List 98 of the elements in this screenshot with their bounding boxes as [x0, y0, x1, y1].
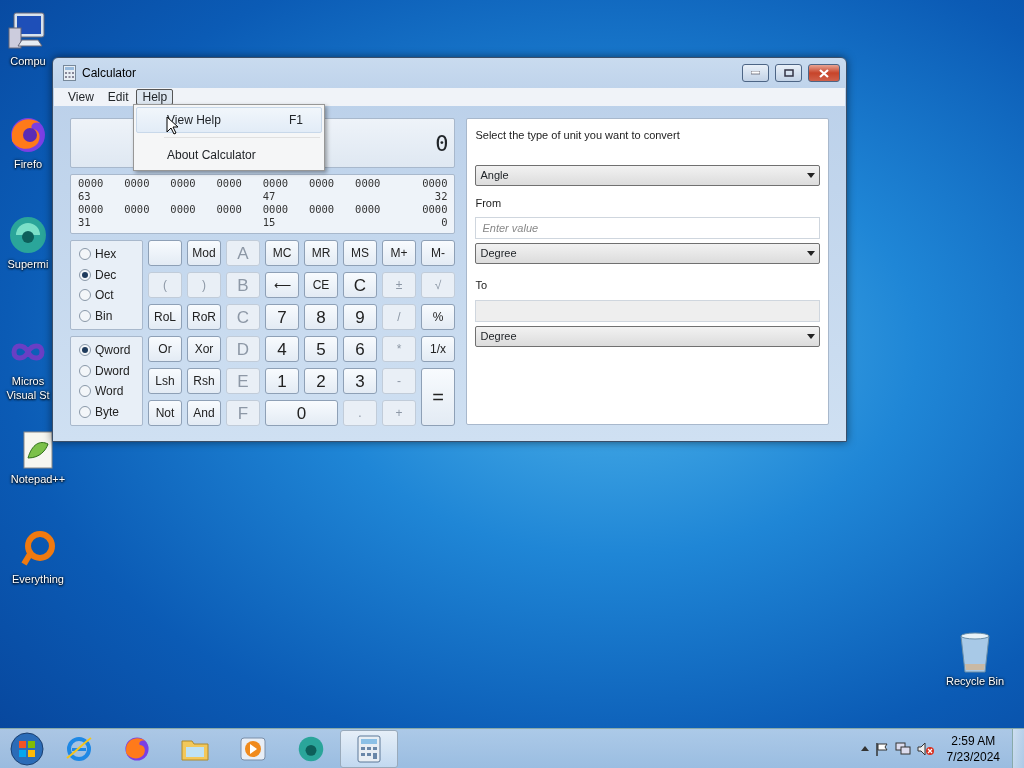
- calculator-key[interactable]: ⟵: [265, 272, 299, 298]
- calculator-key[interactable]: 6: [343, 336, 377, 362]
- calculator-key[interactable]: MC: [265, 240, 299, 266]
- desktop-icon-label: Notepad++: [10, 472, 66, 486]
- radio-option[interactable]: Bin: [79, 306, 134, 325]
- bit-group: 0000: [216, 177, 263, 190]
- desktop-icon-label: Micros Visual St: [6, 374, 50, 402]
- dropdown[interactable]: Degree: [475, 243, 820, 264]
- close-button[interactable]: [808, 64, 840, 82]
- bit-group: 0000: [124, 203, 171, 216]
- bit-group: 0000: [262, 177, 309, 190]
- calculator-icon: [63, 65, 76, 81]
- bit-group: 0000: [308, 177, 356, 190]
- bit-group: 0000: [355, 177, 402, 190]
- bit-group: 0000: [355, 203, 402, 216]
- radio-option[interactable]: Oct: [79, 286, 134, 305]
- calculator-key[interactable]: MR: [304, 240, 338, 266]
- calculator-key[interactable]: 1: [265, 368, 299, 394]
- close-icon: [819, 68, 829, 78]
- dropdown-arrow-icon: [807, 333, 815, 339]
- minimize-icon: [751, 71, 760, 75]
- minimize-button[interactable]: [742, 64, 769, 82]
- radio-option[interactable]: Word: [79, 382, 134, 401]
- calculator-key[interactable]: M+: [382, 240, 416, 266]
- bit-group: 0000: [78, 177, 125, 190]
- menu-item[interactable]: Help: [136, 89, 174, 105]
- menu-item[interactable]: View: [62, 89, 100, 105]
- value-input[interactable]: Enter value: [475, 217, 820, 239]
- display-value: 0: [435, 129, 449, 158]
- clock-date: 7/23/2024: [946, 748, 1000, 765]
- bit-group: 0000: [216, 203, 263, 216]
- calculator-key[interactable]: 5: [304, 336, 338, 362]
- menu-item[interactable]: Edit: [101, 89, 135, 105]
- blank-key[interactable]: [148, 240, 182, 266]
- flag-icon[interactable]: [874, 741, 889, 756]
- calculator-key[interactable]: 2: [304, 368, 338, 394]
- maximize-button[interactable]: [775, 64, 802, 82]
- bit-position: 15: [262, 216, 277, 229]
- bit-group: 0000: [170, 177, 217, 190]
- radio-option[interactable]: Qword: [79, 341, 134, 360]
- bit-position: 63: [78, 190, 92, 203]
- maximize-icon: [783, 69, 794, 77]
- calculator-key[interactable]: =: [421, 368, 455, 426]
- bit-group: 0000: [124, 177, 171, 190]
- radio-option[interactable]: Hex: [79, 245, 134, 264]
- calculator-key[interactable]: 7: [265, 304, 299, 330]
- calculator-key[interactable]: 4: [265, 336, 299, 362]
- bit-position: 32: [433, 190, 448, 203]
- menu-option[interactable]: About Calculator: [136, 142, 322, 168]
- clock-time: 2:59 AM: [951, 732, 996, 749]
- calculator-key[interactable]: RoR: [187, 304, 221, 330]
- radio-option[interactable]: Dword: [79, 361, 134, 380]
- calculator-icon[interactable]: [340, 729, 398, 768]
- bit-position: 31: [78, 216, 92, 229]
- radio-option[interactable]: Byte: [79, 402, 134, 421]
- desktop-icon-label: Compu: [10, 54, 46, 68]
- desktop-icon-label: Firefo: [13, 157, 43, 171]
- calculator-key[interactable]: MS: [343, 240, 377, 266]
- calculator-key[interactable]: RoL: [148, 304, 182, 330]
- bit-group: 0000: [308, 203, 356, 216]
- desktop-icon-label: Supermi: [7, 257, 49, 271]
- bit-group: 0000: [401, 177, 448, 190]
- calculator-key[interactable]: C: [343, 272, 377, 298]
- calculator-key[interactable]: CE: [304, 272, 338, 298]
- calculator-key[interactable]: Mod: [187, 240, 221, 266]
- calculator-key[interactable]: Or: [148, 336, 182, 362]
- calculator-key[interactable]: 0: [265, 400, 338, 426]
- field-label: To: [475, 278, 489, 293]
- bit-position: 47: [262, 190, 277, 203]
- radio-option[interactable]: Dec: [79, 265, 134, 284]
- calculator-key[interactable]: 8: [304, 304, 338, 330]
- dropdown[interactable]: Angle: [475, 164, 820, 186]
- calculator-key[interactable]: Rsh: [187, 368, 221, 394]
- dropdown-arrow-icon: [807, 251, 815, 256]
- desktop-icon-label: Everything: [12, 572, 64, 586]
- desktop-icon-label: Recycle Bin: [945, 674, 1005, 688]
- instruction-text: Select the type of unit you want to convert: [475, 128, 681, 143]
- network-icon[interactable]: [894, 741, 911, 756]
- chevron-up-icon[interactable]: [860, 746, 869, 751]
- calculator-key[interactable]: 9: [343, 304, 377, 330]
- muted-speaker-icon[interactable]: [916, 741, 935, 756]
- calculator-key[interactable]: %: [421, 304, 455, 330]
- calculator-key[interactable]: Lsh: [148, 368, 182, 394]
- bit-group: 0000: [170, 203, 217, 216]
- dropdown[interactable]: Degree: [475, 325, 820, 347]
- bit-position: 0: [440, 216, 448, 229]
- bit-group: 0000: [78, 203, 125, 216]
- calculator-key[interactable]: 1/x: [421, 336, 455, 362]
- calculator-key[interactable]: And: [187, 400, 221, 426]
- calculator-key[interactable]: Xor: [187, 336, 221, 362]
- field-label: From: [475, 195, 503, 211]
- calculator-key[interactable]: M-: [421, 240, 455, 266]
- calculator-key[interactable]: 3: [343, 368, 377, 394]
- window-title: Calculator: [82, 65, 137, 82]
- calculator-key[interactable]: Not: [148, 400, 182, 426]
- bit-group: 0000: [401, 203, 448, 216]
- bit-group: 0000: [262, 203, 309, 216]
- dropdown-arrow-icon: [807, 172, 815, 178]
